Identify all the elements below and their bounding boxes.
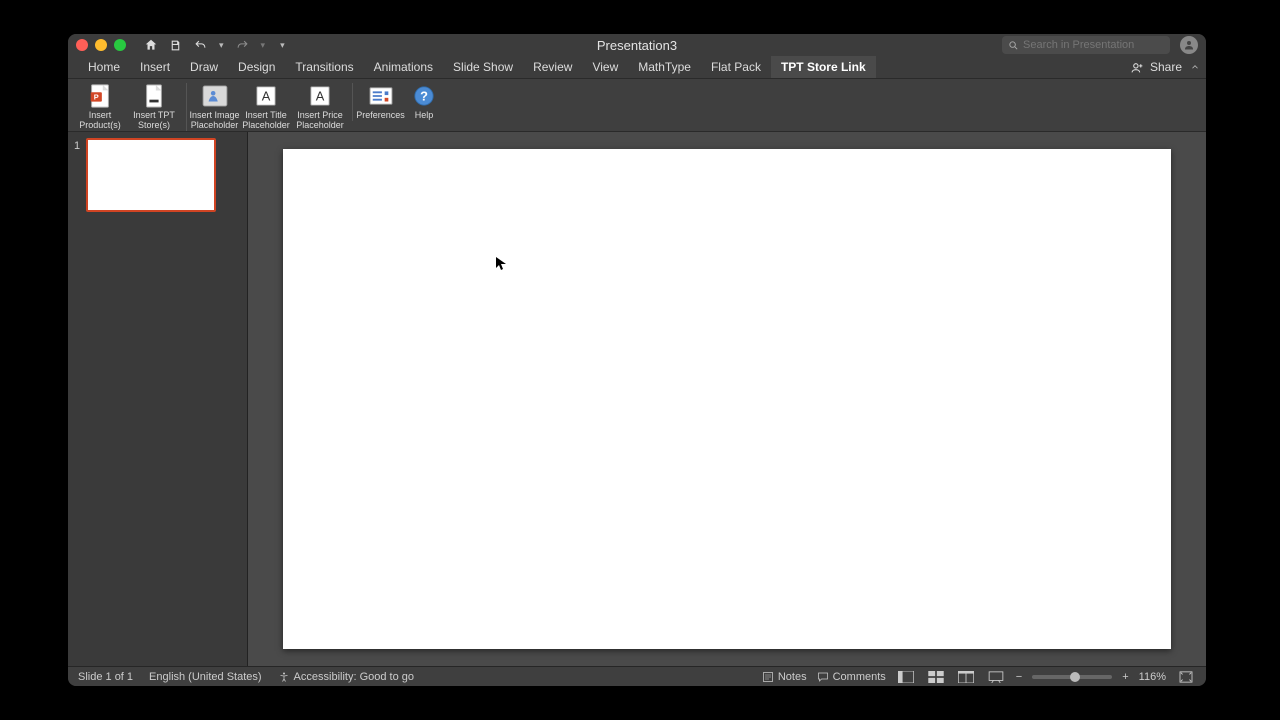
tab-flat-pack[interactable]: Flat Pack <box>701 56 771 78</box>
tab-design[interactable]: Design <box>228 56 285 78</box>
tab-tpt-store-link[interactable]: TPT Store Link <box>771 56 876 78</box>
tab-draw[interactable]: Draw <box>180 56 228 78</box>
insert-products-button[interactable]: P Insert Product(s) <box>74 83 126 131</box>
insert-image-placeholder-button[interactable]: Insert Image Placeholder <box>186 83 238 131</box>
ribbon-label: Help <box>415 111 434 121</box>
comments-button[interactable]: Comments <box>817 671 886 683</box>
search-icon <box>1008 40 1019 51</box>
account-button[interactable] <box>1180 36 1198 54</box>
svg-text:?: ? <box>420 89 428 104</box>
accessibility-icon <box>278 671 290 683</box>
zoom-slider[interactable] <box>1032 675 1112 679</box>
document-icon <box>140 83 168 109</box>
tab-home[interactable]: Home <box>78 56 130 78</box>
svg-text:A: A <box>262 89 271 104</box>
insert-price-placeholder-button[interactable]: A Insert Price Placeholder <box>294 83 346 131</box>
fit-to-window-button[interactable] <box>1176 670 1196 684</box>
minimize-window-button[interactable] <box>95 39 107 51</box>
ribbon-label: Preferences <box>356 111 405 121</box>
slide-number: 1 <box>74 140 82 152</box>
reading-view-button[interactable] <box>956 670 976 684</box>
search-input[interactable] <box>1023 39 1164 51</box>
tab-review[interactable]: Review <box>523 56 582 78</box>
preferences-icon <box>367 83 395 109</box>
ribbon-label: Insert Image Placeholder <box>189 111 239 131</box>
preferences-button[interactable]: Preferences <box>352 83 404 121</box>
redo-button[interactable] <box>235 39 250 52</box>
powerpoint-file-icon: P <box>86 83 114 109</box>
search-box[interactable] <box>1002 36 1170 54</box>
ribbon-label: Insert Product(s) <box>79 111 121 131</box>
zoom-level[interactable]: 116% <box>1139 671 1166 683</box>
notes-icon <box>762 671 774 683</box>
collapse-ribbon-button[interactable] <box>1190 62 1200 72</box>
slide-thumbnail-1[interactable] <box>86 138 216 212</box>
price-placeholder-icon: A <box>306 83 334 109</box>
svg-text:P: P <box>94 93 99 102</box>
accessibility-status[interactable]: Accessibility: Good to go <box>278 671 414 683</box>
undo-dropdown[interactable]: ▾ <box>219 40 224 51</box>
insert-tpt-stores-button[interactable]: Insert TPT Store(s) <box>128 83 180 131</box>
normal-view-button[interactable] <box>896 670 916 684</box>
slide-sorter-view-button[interactable] <box>926 670 946 684</box>
ribbon-label: Insert Price Placeholder <box>296 111 344 131</box>
share-button[interactable]: Share <box>1150 60 1182 74</box>
slide-canvas-area[interactable] <box>248 132 1206 666</box>
zoom-slider-thumb[interactable] <box>1070 672 1080 682</box>
help-button[interactable]: ? Help <box>406 83 442 121</box>
image-placeholder-icon <box>201 83 229 109</box>
slideshow-view-button[interactable] <box>986 670 1006 684</box>
insert-title-placeholder-button[interactable]: A Insert Title Placeholder <box>240 83 292 131</box>
tab-slide-show[interactable]: Slide Show <box>443 56 523 78</box>
ribbon-label: Insert Title Placeholder <box>242 111 290 131</box>
slide-count-status: Slide 1 of 1 <box>78 671 133 683</box>
document-title: Presentation3 <box>597 38 677 53</box>
traffic-lights <box>76 39 126 51</box>
qat-customize[interactable]: ▾ <box>280 40 285 51</box>
share-icon[interactable] <box>1131 61 1144 74</box>
notes-button[interactable]: Notes <box>762 671 807 683</box>
redo-dropdown[interactable]: ▾ <box>261 40 266 51</box>
tab-mathtype[interactable]: MathType <box>628 56 701 78</box>
ribbon-tabs: Home Insert Draw Design Transitions Anim… <box>68 56 1206 78</box>
zoom-out-button[interactable]: − <box>1016 671 1022 683</box>
quick-access-toolbar: ▾ ▾ ▾ <box>144 38 285 52</box>
svg-text:A: A <box>316 89 325 104</box>
zoom-in-button[interactable]: + <box>1122 671 1128 683</box>
help-icon: ? <box>410 83 438 109</box>
tab-view[interactable]: View <box>582 56 628 78</box>
slide-thumbnail-panel[interactable]: 1 <box>68 132 248 666</box>
save-icon[interactable] <box>169 39 182 52</box>
slide-thumbnail-row: 1 <box>74 138 241 212</box>
home-icon[interactable] <box>144 38 158 52</box>
title-placeholder-icon: A <box>252 83 280 109</box>
comments-icon <box>817 671 829 683</box>
undo-button[interactable] <box>193 39 208 52</box>
app-window: ▾ ▾ ▾ Presentation3 Home Insert Draw Des… <box>68 34 1206 686</box>
ribbon: P Insert Product(s) Insert TPT Store(s) … <box>68 78 1206 132</box>
status-bar: Slide 1 of 1 English (United States) Acc… <box>68 666 1206 686</box>
main-area: 1 <box>68 132 1206 666</box>
close-window-button[interactable] <box>76 39 88 51</box>
tab-animations[interactable]: Animations <box>364 56 443 78</box>
maximize-window-button[interactable] <box>114 39 126 51</box>
titlebar: ▾ ▾ ▾ Presentation3 <box>68 34 1206 56</box>
tab-transitions[interactable]: Transitions <box>285 56 363 78</box>
slide-canvas[interactable] <box>283 149 1171 649</box>
tab-insert[interactable]: Insert <box>130 56 180 78</box>
mouse-cursor-icon <box>496 257 506 271</box>
ribbon-label: Insert TPT Store(s) <box>133 111 175 131</box>
language-status[interactable]: English (United States) <box>149 671 262 683</box>
